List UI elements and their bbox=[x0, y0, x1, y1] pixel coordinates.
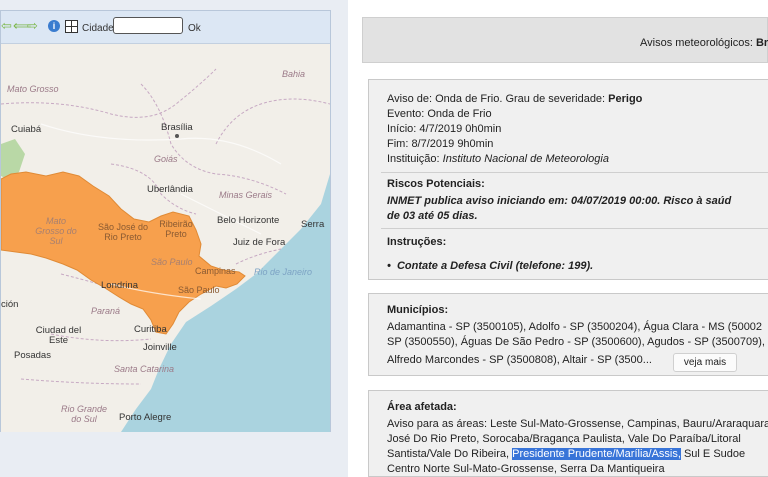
municipios-title: Municípios: bbox=[387, 304, 449, 316]
map-label-mato-grosso: Mato Grosso bbox=[7, 84, 59, 94]
forward-arrow-icon[interactable]: ⇨ bbox=[27, 19, 39, 32]
divider bbox=[381, 172, 768, 173]
municipios-text-3: Alfredo Marcondes - SP (3500808), Altair… bbox=[387, 354, 652, 366]
riscos-title: Riscos Potenciais: bbox=[387, 178, 485, 190]
map-label-goias: Goiás bbox=[154, 154, 178, 164]
instituicao-line: Instituição: Instituto Nacional de Meteo… bbox=[387, 153, 609, 165]
selected-text: Presidente Prudente/Marília/Assis, bbox=[512, 448, 681, 460]
inicio-line: Início: 4/7/2019 0h0min bbox=[387, 123, 502, 135]
aviso-line: Aviso de: Onda de Frio. Grau de severida… bbox=[387, 93, 643, 105]
evento-line: Evento: Onda de Frio bbox=[387, 108, 492, 120]
area-title: Área afetada: bbox=[387, 401, 457, 413]
municipios-text-2: SP (3500550), Águas De São Pedro - SP (3… bbox=[387, 336, 765, 348]
map-city-belo-horizonte: Belo Horizonte bbox=[217, 215, 280, 226]
riscos-text-1: INMET publica aviso iniciando em: 04/07/… bbox=[387, 195, 732, 207]
map-city-sao-paulo: São Paulo bbox=[178, 285, 220, 295]
map-label-minas-gerais: Minas Gerais bbox=[219, 190, 273, 200]
map-label-santa-catarina: Santa Catarina bbox=[114, 364, 175, 374]
map-label-parana: Paraná bbox=[91, 306, 121, 316]
municipios-text-1: Adamantina - SP (3500105), Adolfo - SP (… bbox=[387, 321, 763, 333]
map-city-porto-alegre: Porto Alegre bbox=[119, 412, 172, 423]
city-label: Cidade: bbox=[82, 23, 117, 34]
area-text-4: Centro Norte Sul-Mato-Grossense, Serra D… bbox=[387, 463, 665, 475]
map-label-sao-paulo-state: São Paulo bbox=[151, 257, 193, 267]
instrucoes-title: Instruções: bbox=[387, 236, 447, 248]
city-input[interactable] bbox=[113, 17, 183, 34]
back-arrow-icon[interactable]: ⟸ bbox=[13, 19, 32, 32]
map-city-sao-jose-do-rio-preto: São José do Rio Preto bbox=[97, 222, 149, 242]
severity-value: Perigo bbox=[608, 93, 643, 105]
municipios-card: Municípios: Adamantina - SP (3500105), A… bbox=[368, 293, 768, 376]
map-toolbar: ⇦ ⟸ ⇨ i Cidade: Ok bbox=[1, 11, 330, 44]
alert-card: Aviso de: Onda de Frio. Grau de severida… bbox=[368, 79, 768, 280]
area-text-1: Aviso para as áreas: Leste Sul-Mato-Gros… bbox=[387, 418, 768, 430]
alerts-panel: Avisos meteorológicos: Br Aviso de: Onda… bbox=[348, 0, 768, 477]
map-city-uberlandia: Uberlândia bbox=[147, 184, 193, 195]
map-label-rio-grande-do-sul: Rio Grande do Sul bbox=[60, 404, 108, 424]
map-city-brasilia: Brasília bbox=[161, 122, 193, 133]
map-city-campinas: Campinas bbox=[195, 266, 236, 276]
map-city-londrina: Londrina bbox=[101, 280, 138, 291]
map-city-joinville: Joinville bbox=[143, 342, 177, 353]
fim-line: Fim: 8/7/2019 9h0min bbox=[387, 138, 494, 150]
instrucao-item: • Contate a Defesa Civil (telefone: 199)… bbox=[387, 260, 594, 272]
map-city-serra: Serra bbox=[301, 219, 325, 230]
map-panel: ⇦ ⟸ ⇨ i Cidade: Ok Mato Grosso Goiás Bah… bbox=[0, 10, 331, 432]
map-city-posadas: Posadas bbox=[14, 350, 51, 361]
info-icon[interactable]: i bbox=[48, 20, 60, 32]
map-city-asuncion: ción bbox=[1, 299, 19, 310]
ok-button[interactable]: Ok bbox=[188, 23, 201, 34]
riscos-text-2: de 03 até 05 dias. bbox=[387, 210, 478, 222]
map-city-juiz-de-fora: Juiz de Fora bbox=[233, 237, 286, 248]
header-bar: Avisos meteorológicos: Br bbox=[362, 17, 768, 63]
area-text-3: Santista/Vale Do Ribeira, Presidente Pru… bbox=[387, 448, 746, 460]
map-label-bahia: Bahia bbox=[282, 69, 306, 79]
map-label-rio-de-janeiro: Rio de Janeiro bbox=[254, 267, 313, 277]
map-city-curitiba: Curitiba bbox=[134, 324, 167, 335]
veja-mais-button[interactable]: veja mais bbox=[673, 353, 737, 372]
map-label-mato-grosso-do-sul: Mato Grosso do Sul bbox=[35, 216, 77, 246]
pan-left-icon[interactable]: ⇦ bbox=[1, 19, 13, 32]
divider bbox=[381, 228, 768, 229]
map-city-cuiaba: Cuiabá bbox=[11, 124, 42, 135]
map-view[interactable]: Mato Grosso Goiás Bahia Minas Gerais Mat… bbox=[1, 44, 330, 432]
area-card: Área afetada: Aviso para as áreas: Leste… bbox=[368, 390, 768, 477]
map-city-ribeirao-preto: Ribeirão Preto bbox=[159, 219, 193, 239]
map-city-ciudad-del-este: Ciudad del Este bbox=[35, 325, 82, 346]
page-title: Avisos meteorológicos: Br bbox=[640, 37, 768, 49]
area-text-2: José Do Rio Preto, Sorocaba/Bragança Pau… bbox=[387, 433, 741, 445]
grid-icon[interactable] bbox=[65, 20, 78, 33]
